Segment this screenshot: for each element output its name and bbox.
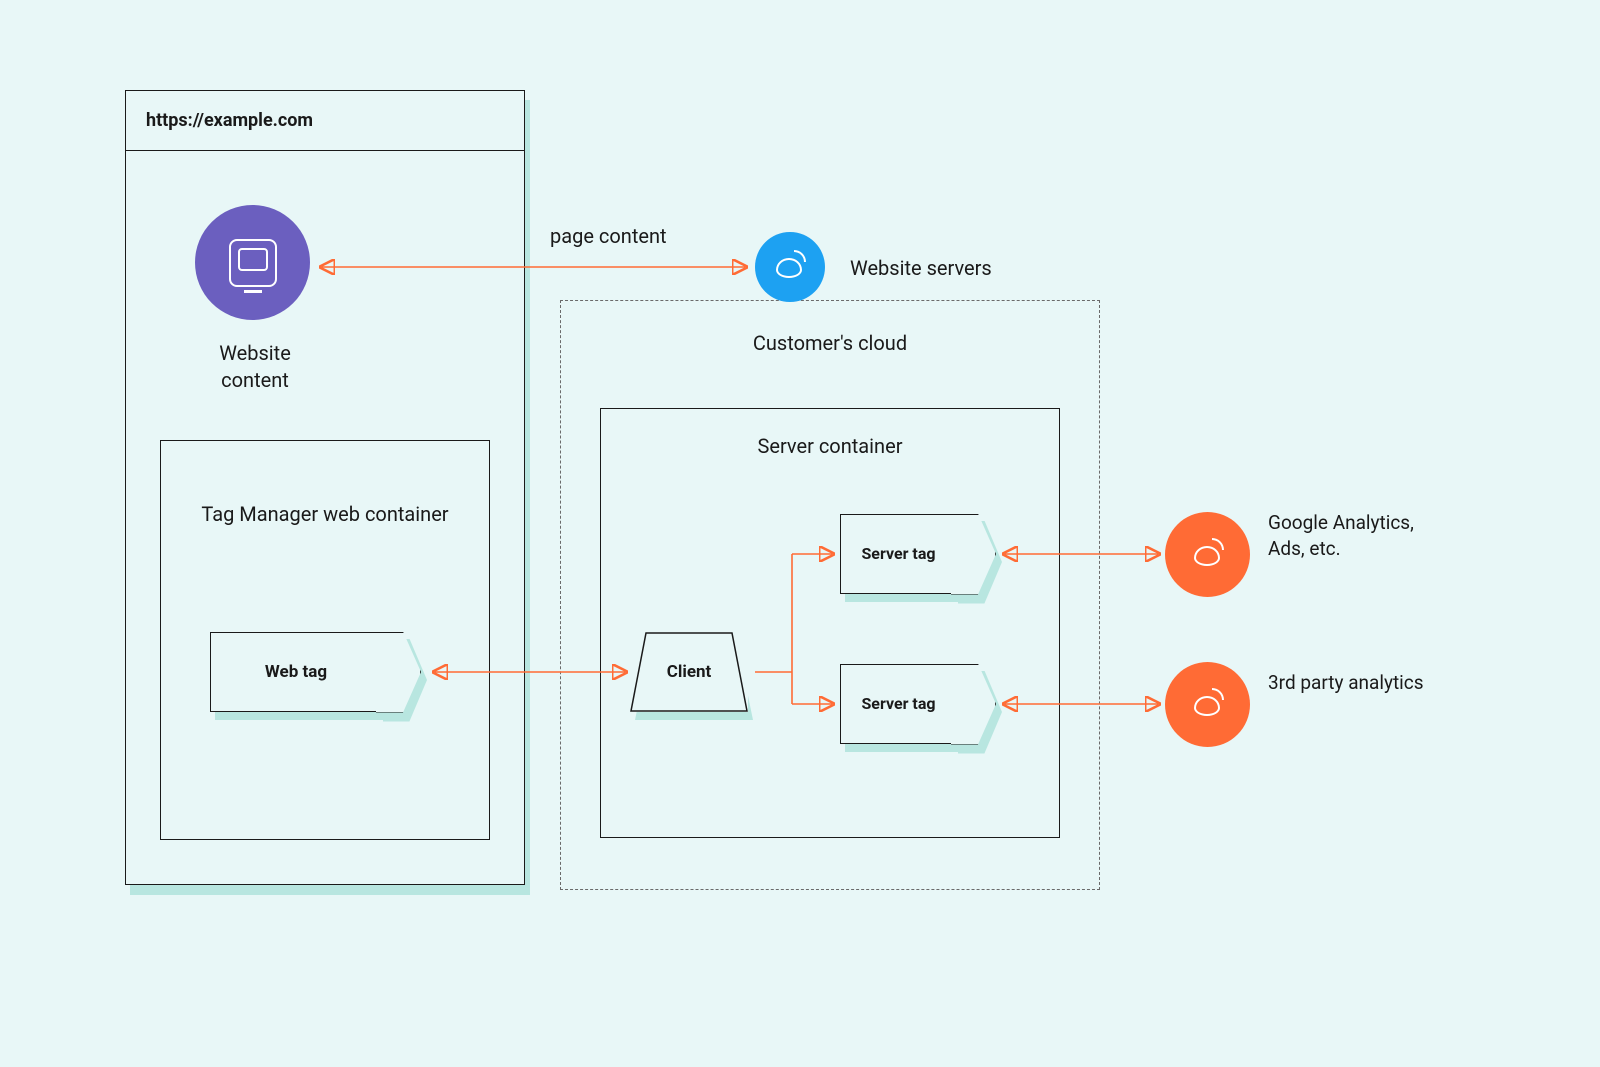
customers-cloud-title: Customer's cloud [561, 331, 1099, 355]
web-tag: Web tag [210, 632, 400, 712]
client-label: Client [667, 662, 712, 682]
cloud-icon [1191, 688, 1225, 722]
google-analytics-label: Google Analytics, Ads, etc. [1268, 510, 1438, 561]
monitor-icon [229, 239, 277, 287]
cloud-icon [1191, 538, 1225, 572]
website-servers-label: Website servers [850, 255, 1050, 282]
server-tag-1: Server tag [840, 514, 975, 594]
third-party-analytics-node [1165, 662, 1250, 747]
google-analytics-node [1165, 512, 1250, 597]
server-container-title: Server container [601, 434, 1059, 458]
web-tag-label: Web tag [265, 662, 327, 682]
server-tag-1-label: Server tag [861, 545, 935, 563]
server-tag-2: Server tag [840, 664, 975, 744]
tag-manager-title: Tag Manager web container [161, 501, 489, 528]
client-node: Client [630, 632, 748, 712]
page-content-label: page content [550, 223, 710, 250]
website-content-label: Website content [190, 340, 320, 394]
diagram-canvas: https://example.com Website content Tag … [0, 0, 1600, 1067]
website-servers-node [755, 232, 825, 302]
website-content-node [195, 205, 310, 320]
server-tag-2-label: Server tag [861, 695, 935, 713]
browser-url: https://example.com [146, 110, 313, 131]
cloud-icon [773, 250, 807, 284]
server-container-box: Server container [600, 408, 1060, 838]
third-party-analytics-label: 3rd party analytics [1268, 670, 1438, 696]
browser-address-bar: https://example.com [126, 91, 524, 151]
